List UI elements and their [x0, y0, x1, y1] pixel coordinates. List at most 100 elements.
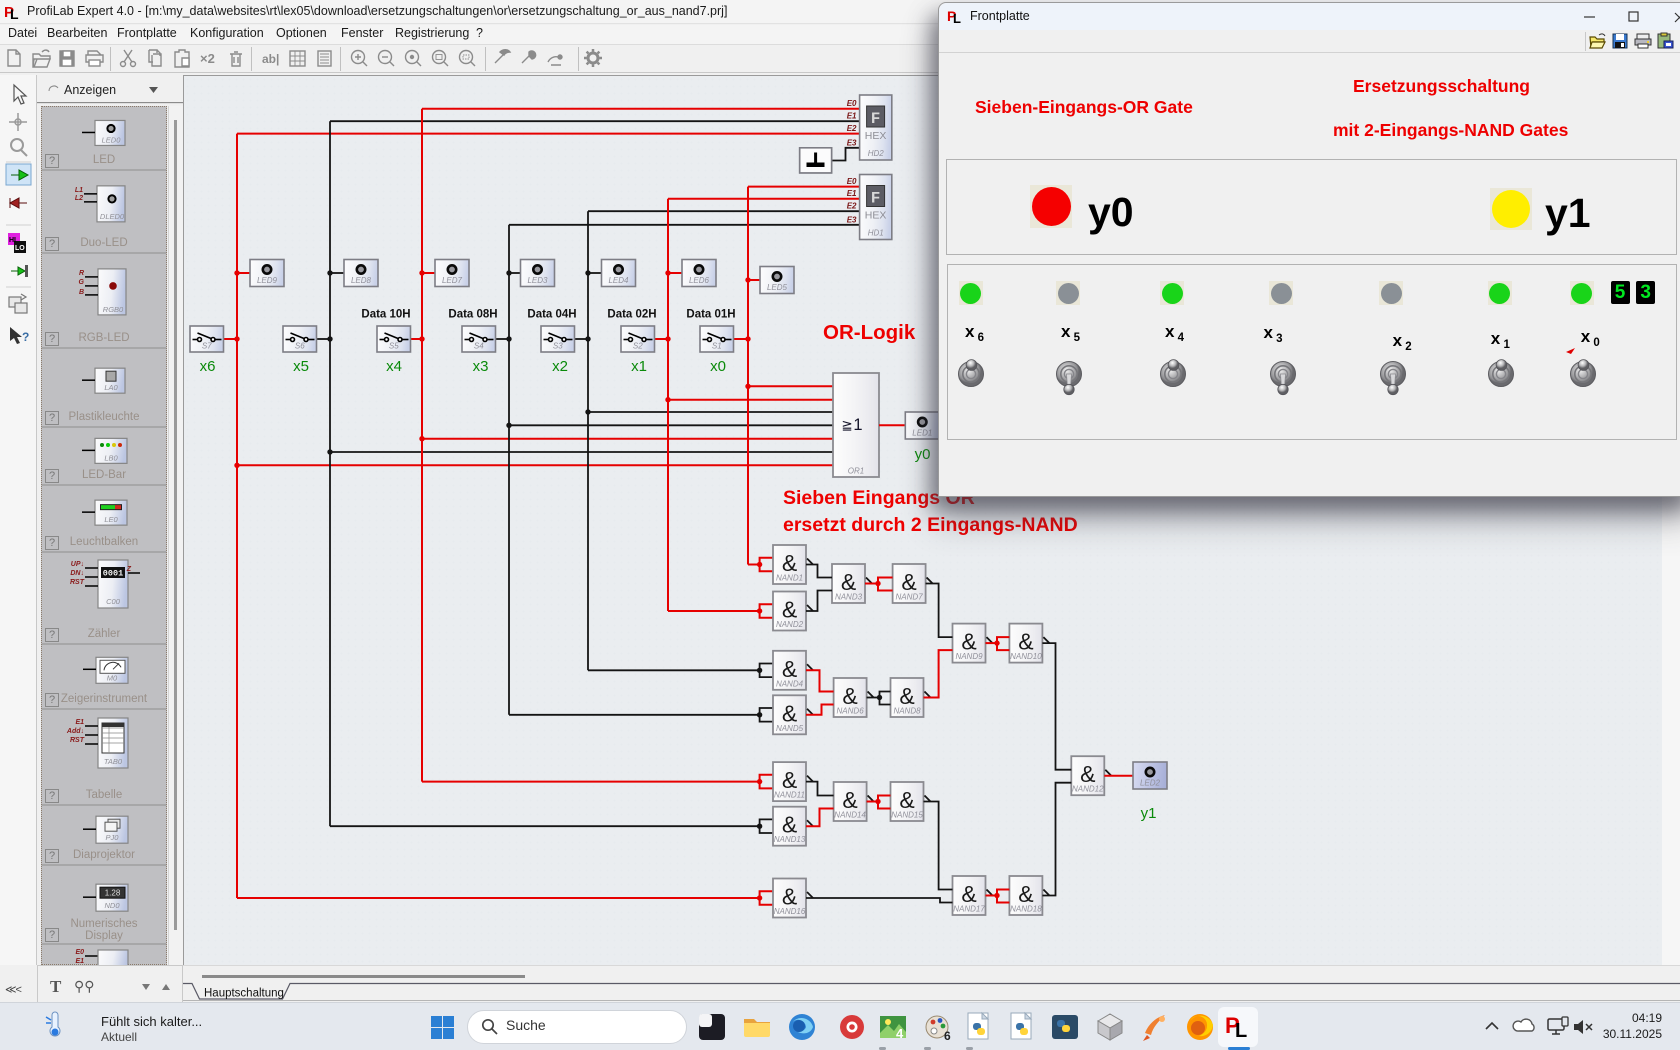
svg-text:&: &	[782, 597, 797, 623]
svg-text:&: &	[1018, 881, 1033, 907]
svg-text:1.28: 1.28	[105, 889, 121, 898]
svg-text:LA0: LA0	[104, 383, 118, 392]
svg-text:L: L	[1235, 1020, 1247, 1042]
svg-text:S3: S3	[553, 342, 563, 351]
svg-text:LB0: LB0	[104, 453, 118, 462]
svg-text:LE0: LE0	[104, 515, 118, 524]
svg-text:RST: RST	[70, 579, 85, 586]
svg-text:E1: E1	[75, 958, 84, 965]
svg-text:S6: S6	[295, 342, 305, 351]
svg-text:E0: E0	[75, 949, 84, 956]
svg-text:S1: S1	[712, 342, 722, 351]
svg-text:&: &	[841, 569, 856, 595]
svg-text:LED8: LED8	[351, 276, 372, 285]
svg-text:&: &	[961, 629, 976, 655]
svg-text:L: L	[10, 6, 19, 21]
svg-text:E3: E3	[847, 138, 857, 147]
svg-text:x0: x0	[710, 358, 726, 375]
svg-text:&: &	[782, 550, 797, 576]
svg-text:&: &	[782, 767, 797, 793]
svg-text:E3: E3	[847, 215, 857, 224]
svg-text:LED3: LED3	[527, 276, 548, 285]
svg-text:HD1: HD1	[868, 229, 884, 238]
svg-text:&: &	[782, 884, 797, 910]
svg-text:&: &	[901, 569, 916, 595]
svg-text:UP↓: UP↓	[71, 561, 84, 568]
svg-text:4: 4	[896, 1026, 904, 1041]
svg-text:&: &	[782, 656, 797, 682]
svg-text:LED4: LED4	[608, 276, 629, 285]
svg-text:&: &	[1018, 629, 1033, 655]
svg-text:Data 08H: Data 08H	[448, 309, 497, 321]
svg-text:B: B	[79, 289, 84, 296]
svg-text:x2: x2	[552, 358, 568, 375]
svg-text:?: ?	[22, 330, 29, 344]
svg-text:LO: LO	[15, 245, 25, 252]
svg-text:LED0: LED0	[102, 135, 122, 144]
svg-text:Add↓: Add↓	[66, 728, 84, 735]
svg-text:6: 6	[944, 1029, 951, 1043]
svg-text:E1: E1	[75, 719, 84, 726]
svg-text:HEX: HEX	[865, 130, 887, 142]
svg-text:&: &	[899, 683, 914, 709]
svg-text:&: &	[842, 787, 857, 813]
svg-text:R: R	[79, 270, 84, 277]
svg-text:Hauptschaltung: Hauptschaltung	[204, 988, 284, 1000]
svg-text:S4: S4	[474, 342, 484, 351]
svg-text:0001: 0001	[103, 569, 123, 579]
svg-text:E2: E2	[847, 202, 857, 211]
svg-text:DN↓: DN↓	[70, 570, 84, 577]
svg-text:M0: M0	[107, 673, 118, 682]
svg-text:LED2: LED2	[1140, 779, 1161, 788]
svg-text:E1: E1	[847, 112, 857, 121]
svg-text:Data 10H: Data 10H	[361, 309, 410, 321]
svg-text:S5: S5	[389, 342, 399, 351]
svg-text:LED6: LED6	[689, 276, 710, 285]
svg-text:L1: L1	[75, 187, 83, 194]
svg-text:Data 01H: Data 01H	[686, 309, 735, 321]
svg-text:ND0: ND0	[104, 901, 120, 910]
svg-text:x3: x3	[473, 358, 489, 375]
svg-text:&: &	[842, 683, 857, 709]
svg-text:E1: E1	[847, 189, 857, 198]
svg-text:LED1: LED1	[912, 429, 932, 438]
svg-text:x1: x1	[631, 358, 647, 375]
svg-text:≧: ≧	[841, 418, 852, 433]
svg-text:LED5: LED5	[767, 283, 788, 292]
svg-text:1: 1	[853, 416, 862, 434]
svg-text:DLED0: DLED0	[100, 212, 125, 221]
svg-text:x5: x5	[293, 358, 309, 375]
svg-text:E0: E0	[847, 99, 857, 108]
svg-text:HI: HI	[9, 237, 16, 244]
svg-text:RST: RST	[70, 737, 85, 744]
svg-text:HD2: HD2	[868, 149, 885, 158]
svg-text:TAB0: TAB0	[104, 757, 123, 766]
svg-text:G: G	[79, 279, 85, 286]
svg-text:Data 02H: Data 02H	[607, 309, 656, 321]
svg-text:S2: S2	[633, 342, 643, 351]
svg-text:ersetzt durch 2 Eingangs-NAND: ersetzt durch 2 Eingangs-NAND	[783, 514, 1078, 536]
svg-text:LED7: LED7	[442, 276, 463, 285]
svg-text:PJ0: PJ0	[106, 833, 120, 842]
svg-text:RGB0: RGB0	[103, 305, 124, 314]
svg-text:E2: E2	[847, 124, 857, 133]
svg-text:S7: S7	[202, 342, 212, 351]
svg-text:ab|: ab|	[262, 52, 279, 66]
svg-text:&: &	[782, 812, 797, 838]
svg-text:L: L	[953, 11, 961, 26]
svg-text:OR1: OR1	[848, 467, 864, 476]
svg-text:x4: x4	[386, 358, 402, 375]
svg-text:&: &	[899, 787, 914, 813]
svg-text:&: &	[961, 881, 976, 907]
svg-text:T: T	[50, 977, 62, 996]
svg-text:×2: ×2	[200, 51, 215, 66]
svg-text:y0: y0	[915, 446, 931, 463]
svg-text:Anzeigen: Anzeigen	[64, 83, 116, 97]
svg-text:x6: x6	[200, 358, 216, 375]
svg-text:F: F	[871, 190, 881, 208]
svg-text:C00: C00	[106, 597, 121, 606]
svg-text:OR-Logik: OR-Logik	[823, 321, 916, 344]
svg-text:Data 04H: Data 04H	[527, 309, 576, 321]
svg-text:L2: L2	[75, 195, 83, 202]
svg-text:⚲⚲: ⚲⚲	[74, 978, 95, 994]
